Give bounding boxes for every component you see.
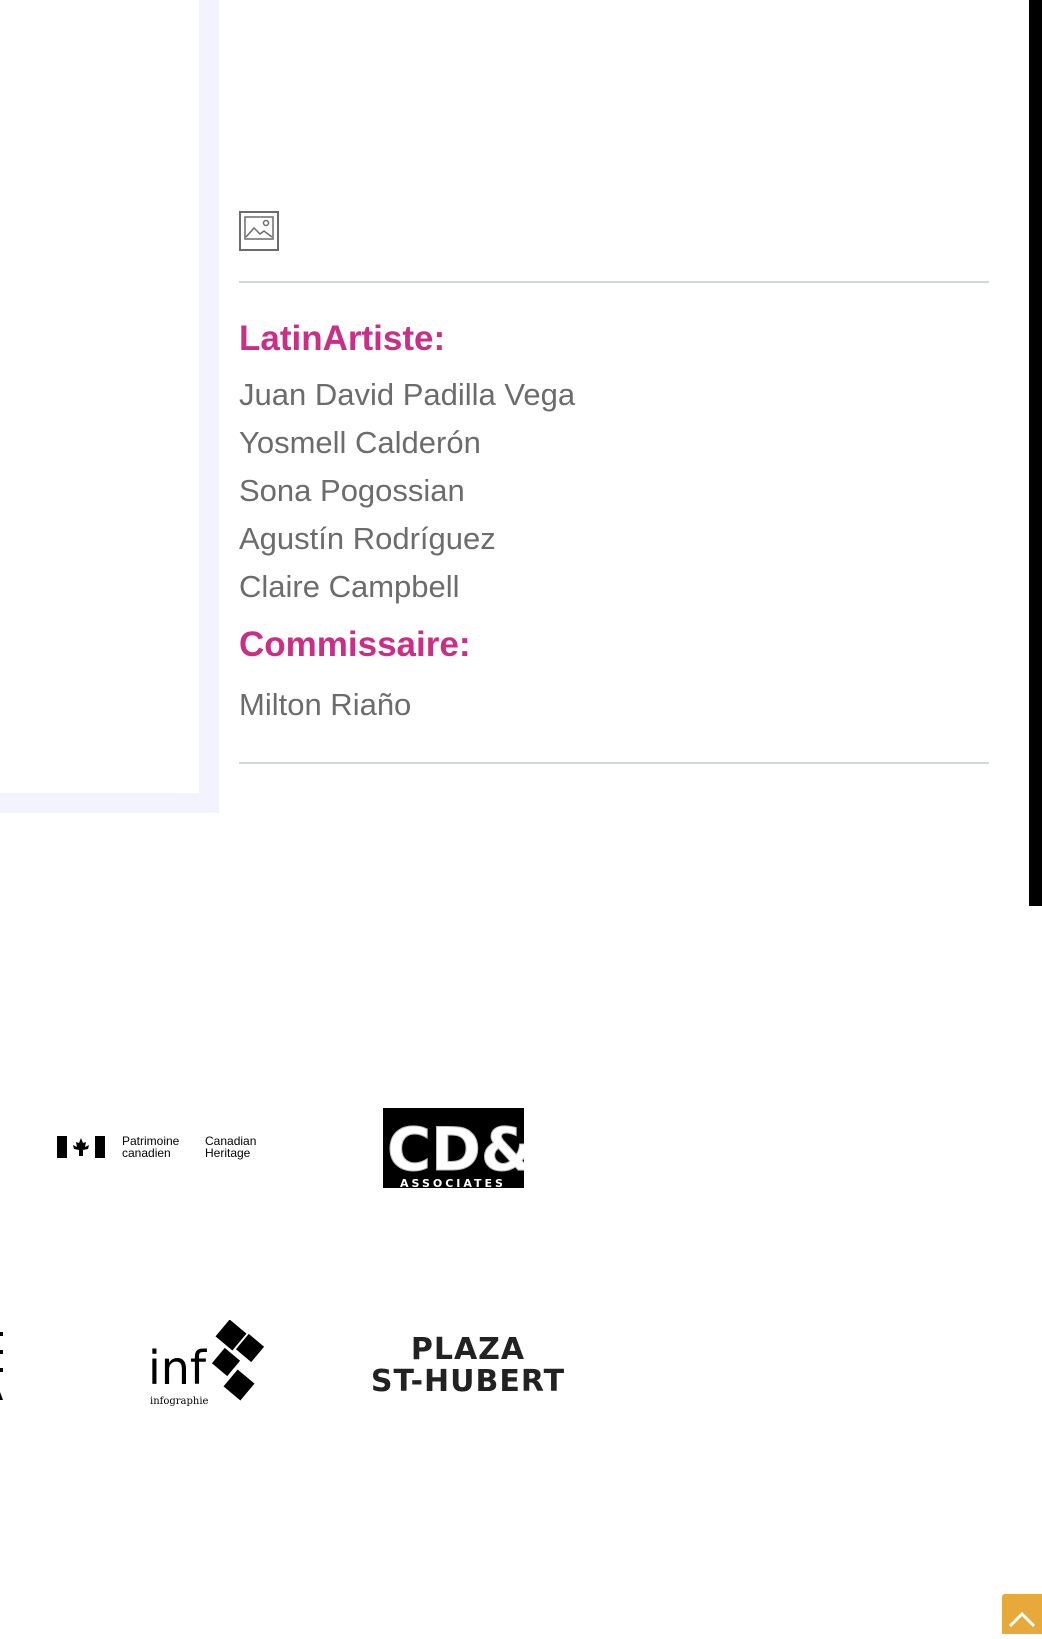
info-subtitle: infographie <box>150 1396 209 1407</box>
chevron-up-icon <box>1008 1611 1036 1628</box>
curator-name: Milton Riaño <box>239 687 412 722</box>
heritage-fr-line-2: canadien <box>122 1146 171 1160</box>
divider-bottom <box>239 762 989 764</box>
divider-top <box>239 281 989 283</box>
artists-list: Juan David Padilla Vega Yosmell Calderón… <box>239 371 979 611</box>
cdi-subtitle: ASSOCIATES <box>400 1177 506 1190</box>
canada-flag-icon <box>57 1136 105 1158</box>
heritage-en-line-2: Heritage <box>205 1146 251 1160</box>
infographie-logo[interactable]: inf infographie <box>148 1320 268 1408</box>
left-panel <box>0 0 199 793</box>
right-edge-bar <box>1029 0 1042 906</box>
plaza-line-1: PLAZA <box>410 1332 526 1367</box>
artists-heading: LatinArtiste: <box>239 319 446 358</box>
credits-block: LatinArtiste: Juan David Padilla Vega Yo… <box>239 313 979 729</box>
artist-name: Agustín Rodríguez <box>239 521 496 556</box>
cdi-mark: CD&I <box>387 1115 524 1185</box>
partial-logo <box>0 1332 3 1400</box>
artist-name: Claire Campbell <box>239 569 460 604</box>
plaza-st-hubert-logo[interactable]: PLAZA ST-HUBERT <box>356 1334 580 1398</box>
cdi-associates-logo[interactable]: CD&I ASSOCIATES <box>383 1104 524 1192</box>
curator-heading: Commissaire: <box>239 625 471 664</box>
canadian-heritage-logo[interactable]: Patrimoine canadien Canadian Heritage <box>57 1134 267 1160</box>
info-mark: inf <box>148 1341 208 1395</box>
broken-image-icon <box>239 211 279 251</box>
artist-name: Juan David Padilla Vega <box>239 377 576 412</box>
artist-name: Yosmell Calderón <box>239 425 481 460</box>
back-to-top-button[interactable] <box>1002 1594 1042 1634</box>
plaza-line-2: ST-HUBERT <box>370 1364 566 1399</box>
curators-list: Milton Riaño <box>239 681 979 729</box>
artist-name: Sona Pogossian <box>239 473 465 508</box>
